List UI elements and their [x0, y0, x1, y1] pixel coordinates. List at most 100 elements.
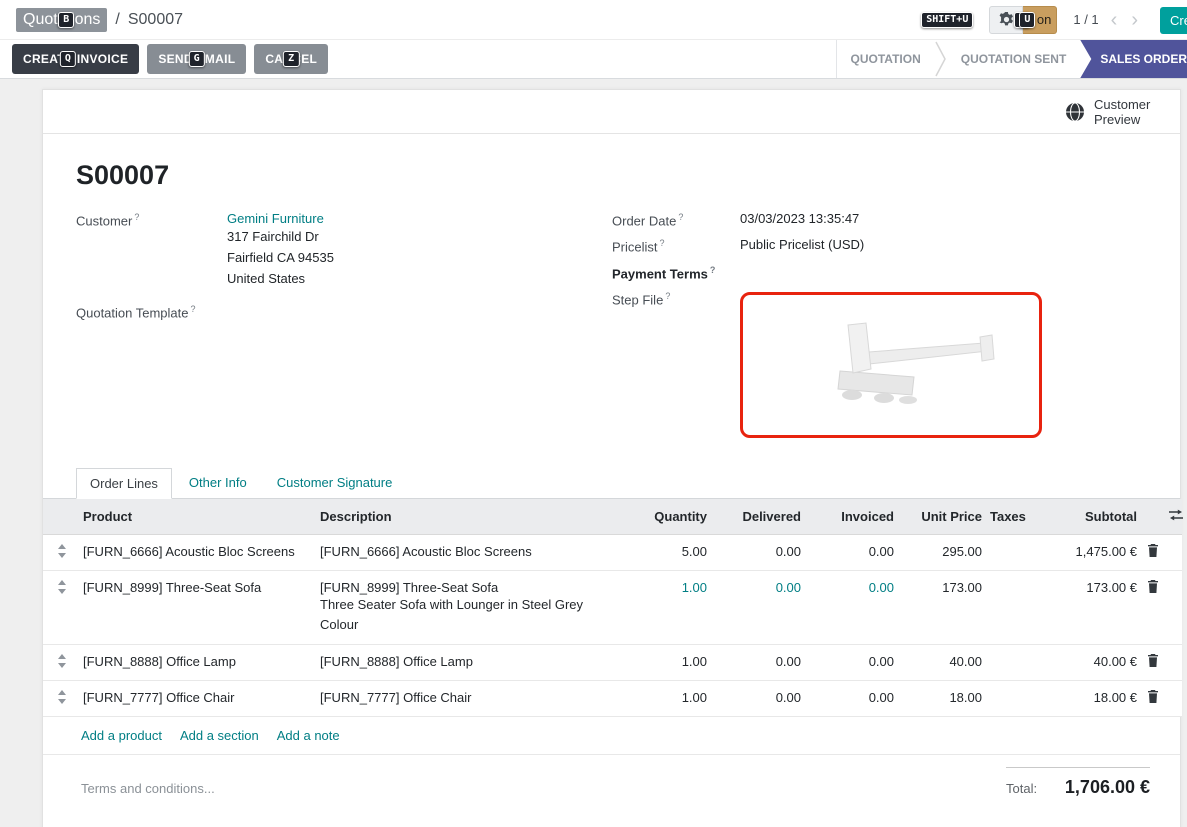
- drag-handle-icon[interactable]: [43, 644, 81, 680]
- cell-invoiced[interactable]: 0.00: [805, 644, 898, 680]
- cell-quantity[interactable]: 1.00: [624, 570, 711, 644]
- create-button[interactable]: Create: [1160, 7, 1187, 34]
- column-header-subtotal: Subtotal: [1040, 499, 1141, 535]
- field-column-right: Order Date? 03/03/2023 13:35:47 Pricelis…: [612, 211, 1140, 438]
- terms-and-conditions-placeholder[interactable]: Terms and conditions...: [81, 767, 215, 798]
- shortcut-badge-u: U: [1019, 12, 1035, 28]
- help-icon: ?: [665, 291, 670, 301]
- customer-link[interactable]: Gemini Furniture: [227, 211, 324, 226]
- cell-unit-price[interactable]: 40.00: [898, 644, 986, 680]
- shortcut-badge-b: B: [58, 12, 74, 28]
- cell-product[interactable]: [FURN_7777] Office Chair: [81, 680, 316, 716]
- top-navigation-bar: Quotations B / S00007 SHIFT+U A U on 1 /…: [0, 0, 1187, 40]
- cancel-button[interactable]: CANCEL Z: [254, 44, 328, 74]
- cell-delivered[interactable]: 0.00: [711, 534, 805, 570]
- delete-row-icon[interactable]: [1141, 570, 1165, 644]
- cell-delivered[interactable]: 0.00: [711, 644, 805, 680]
- table-header-row: Product Description Quantity Delivered I…: [43, 499, 1182, 535]
- breadcrumb-record: S00007: [128, 11, 183, 29]
- add-a-product-link[interactable]: Add a product: [81, 728, 162, 743]
- delete-row-icon[interactable]: [1141, 644, 1165, 680]
- action-menu-group: A U on: [989, 6, 1057, 34]
- statusbar-step-sales-order[interactable]: SALES ORDER: [1080, 40, 1187, 78]
- help-icon: ?: [191, 304, 196, 314]
- cell-description[interactable]: [FURN_8888] Office Lamp: [316, 644, 624, 680]
- customer-address-line: Fairfield CA 94535: [227, 247, 604, 268]
- breadcrumb-quotations-link[interactable]: Quotations B: [16, 8, 107, 32]
- control-panel: CREATE INVOICE Q SEND EMAIL G CANCEL Z Q…: [0, 40, 1187, 79]
- payment-terms-label: Payment Terms?: [612, 264, 740, 281]
- delete-row-icon[interactable]: [1141, 534, 1165, 570]
- cell-quantity[interactable]: 5.00: [624, 534, 711, 570]
- tab-customer-signature[interactable]: Customer Signature: [264, 468, 406, 498]
- help-icon: ?: [710, 265, 716, 275]
- payment-terms-value[interactable]: [740, 264, 1140, 281]
- action-partial-label: on: [1037, 12, 1051, 27]
- quotation-template-value[interactable]: [227, 303, 604, 320]
- action-secondary-button[interactable]: U on: [1023, 6, 1057, 34]
- add-a-section-link[interactable]: Add a section: [180, 728, 259, 743]
- cell-description[interactable]: [FURN_7777] Office Chair: [316, 680, 624, 716]
- cell-taxes[interactable]: [986, 534, 1040, 570]
- drag-handle-icon[interactable]: [43, 534, 81, 570]
- record-sheet: Customer Preview S00007 Customer? Gemini…: [42, 89, 1181, 827]
- pager-count: 1 / 1: [1073, 12, 1098, 27]
- topbar-actions: SHIFT+U A U on 1 / 1 ‹ ›: [921, 6, 1140, 34]
- customer-preview-label: Customer Preview: [1094, 97, 1158, 127]
- cell-taxes[interactable]: [986, 680, 1040, 716]
- description-line: [FURN_8999] Three-Seat Sofa: [320, 580, 620, 595]
- cell-quantity[interactable]: 1.00: [624, 644, 711, 680]
- cell-unit-price[interactable]: 173.00: [898, 570, 986, 644]
- table-row[interactable]: [FURN_8999] Three-Seat Sofa [FURN_8999] …: [43, 570, 1182, 644]
- cell-taxes[interactable]: [986, 570, 1040, 644]
- pager-next-icon[interactable]: ›: [1129, 10, 1140, 30]
- cell-product[interactable]: [FURN_6666] Acoustic Bloc Screens: [81, 534, 316, 570]
- cell-invoiced[interactable]: 0.00: [805, 570, 898, 644]
- statusbar-step-quotation[interactable]: QUOTATION: [837, 40, 935, 78]
- statusbar-step-quotation-sent[interactable]: QUOTATION SENT: [947, 40, 1081, 78]
- cell-invoiced[interactable]: 0.00: [805, 534, 898, 570]
- table-row[interactable]: [FURN_8888] Office Lamp [FURN_8888] Offi…: [43, 644, 1182, 680]
- cell-delivered[interactable]: 0.00: [711, 680, 805, 716]
- cell-description[interactable]: [FURN_6666] Acoustic Bloc Screens: [316, 534, 624, 570]
- action-gear-button[interactable]: A: [989, 6, 1023, 34]
- create-invoice-button[interactable]: CREATE INVOICE Q: [12, 44, 139, 74]
- column-header-taxes: Taxes: [986, 499, 1040, 535]
- record-pager: 1 / 1 ‹ ›: [1073, 10, 1140, 30]
- sheet-footer: Terms and conditions... Total: 1,706.00 …: [81, 767, 1150, 798]
- optional-columns-toggle-icon[interactable]: [1165, 499, 1182, 535]
- spacer-cell: [1165, 570, 1182, 644]
- breadcrumb-separator: /: [115, 11, 119, 29]
- cell-unit-price[interactable]: 295.00: [898, 534, 986, 570]
- cell-product[interactable]: [FURN_8888] Office Lamp: [81, 644, 316, 680]
- step-file-image[interactable]: [740, 292, 1042, 438]
- cell-quantity[interactable]: 1.00: [624, 680, 711, 716]
- customer-address-line: 317 Fairchild Dr: [227, 226, 604, 247]
- order-date-value[interactable]: 03/03/2023 13:35:47: [740, 211, 1140, 228]
- pager-previous-icon[interactable]: ‹: [1109, 10, 1120, 30]
- drag-handle-icon[interactable]: [43, 680, 81, 716]
- order-lines-table: Product Description Quantity Delivered I…: [43, 499, 1182, 717]
- send-email-button[interactable]: SEND EMAIL G: [147, 44, 246, 74]
- statusbar-separator-icon: [935, 40, 947, 78]
- tab-order-lines[interactable]: Order Lines: [76, 468, 172, 499]
- cell-taxes[interactable]: [986, 644, 1040, 680]
- customer-preview-button[interactable]: Customer Preview: [1065, 97, 1158, 127]
- help-icon: ?: [660, 238, 665, 248]
- table-row[interactable]: [FURN_7777] Office Chair [FURN_7777] Off…: [43, 680, 1182, 716]
- add-a-note-link[interactable]: Add a note: [277, 728, 340, 743]
- table-row[interactable]: [FURN_6666] Acoustic Bloc Screens [FURN_…: [43, 534, 1182, 570]
- customer-field-value: Gemini Furniture 317 Fairchild Dr Fairfi…: [227, 211, 604, 289]
- column-header-product: Product: [81, 499, 316, 535]
- cell-unit-price[interactable]: 18.00: [898, 680, 986, 716]
- cell-invoiced[interactable]: 0.00: [805, 680, 898, 716]
- cell-delivered[interactable]: 0.00: [711, 570, 805, 644]
- cell-product[interactable]: [FURN_8999] Three-Seat Sofa: [81, 570, 316, 644]
- cell-subtotal: 173.00 €: [1040, 570, 1141, 644]
- drag-handle-icon[interactable]: [43, 570, 81, 644]
- tab-other-info[interactable]: Other Info: [176, 468, 260, 498]
- cell-description[interactable]: [FURN_8999] Three-Seat Sofa Three Seater…: [316, 570, 624, 644]
- pricelist-value[interactable]: Public Pricelist (USD): [740, 237, 1140, 254]
- delete-row-icon[interactable]: [1141, 680, 1165, 716]
- cell-subtotal: 1,475.00 €: [1040, 534, 1141, 570]
